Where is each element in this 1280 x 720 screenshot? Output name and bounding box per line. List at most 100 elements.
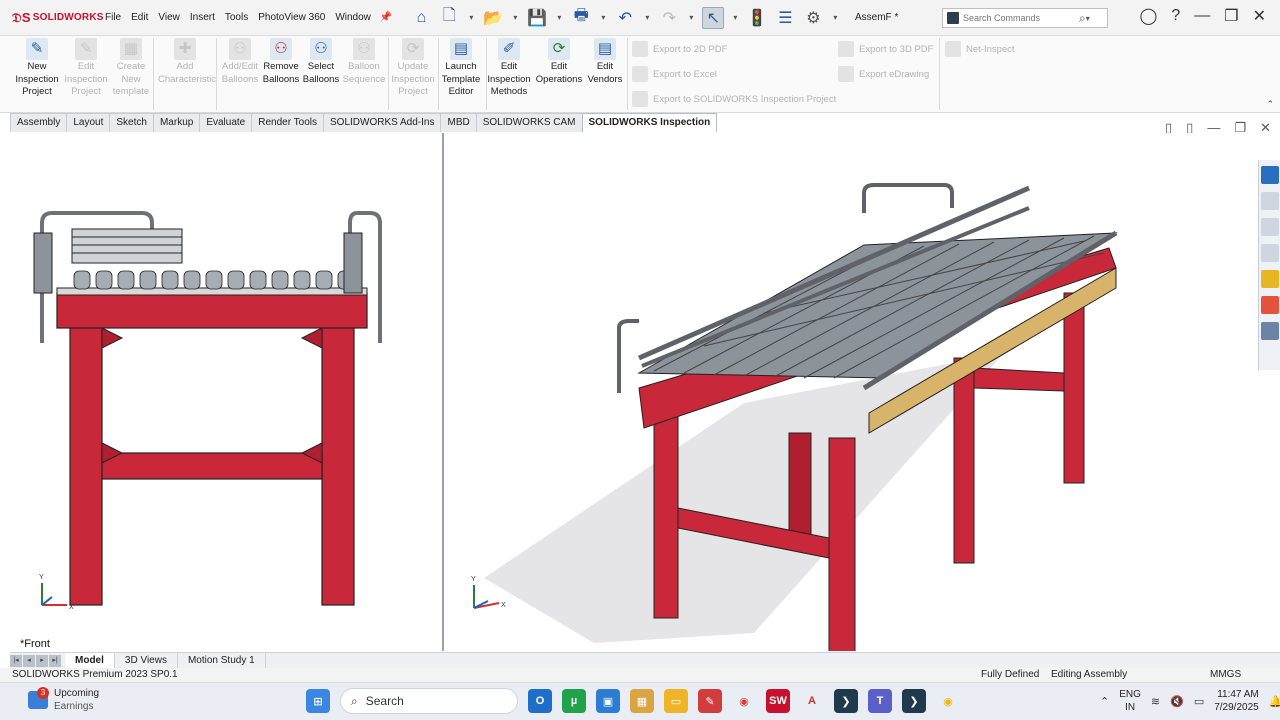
store-icon[interactable]: ▣ xyxy=(596,689,620,713)
tab-render-tools[interactable]: Render Tools xyxy=(251,113,324,132)
minimize-window-icon[interactable]: — xyxy=(1194,7,1210,25)
search-icon[interactable]: ⌕ xyxy=(1079,11,1086,26)
search-commands-input[interactable] xyxy=(963,13,1079,23)
restore-window-icon[interactable]: ❐ xyxy=(1224,6,1238,26)
user-account-icon[interactable]: ◯ xyxy=(1139,6,1157,26)
file-properties-icon[interactable]: ☰ xyxy=(774,7,796,29)
chrome-2-icon[interactable]: ◉ xyxy=(936,689,960,713)
net-inspect-button[interactable]: Net-Inspect xyxy=(945,41,1015,57)
home-tab-icon[interactable] xyxy=(1261,192,1279,210)
show-hidden-icons-icon[interactable]: ⌃ xyxy=(1100,695,1109,708)
taskbar-search[interactable]: ⌕ Search xyxy=(340,688,518,714)
help-icon[interactable]: ? xyxy=(1171,7,1180,25)
viewport-close-icon[interactable]: ✕ xyxy=(1260,120,1271,136)
menu-insert[interactable]: Insert xyxy=(185,12,220,23)
edit-operations-button[interactable]: ⟳ Edit Operations xyxy=(535,38,583,86)
balloon-sequence-button[interactable]: ⚇ Balloon Sequence xyxy=(340,38,388,86)
tab-layout[interactable]: Layout xyxy=(66,113,111,132)
tab-3d-views[interactable]: 3D Views xyxy=(115,652,178,669)
save-icon[interactable]: 💾 xyxy=(526,7,548,29)
tab-cam[interactable]: SOLIDWORKS CAM xyxy=(475,113,583,132)
export-3d-pdf-button[interactable]: Export to 3D PDF xyxy=(838,41,933,57)
update-inspection-project-button[interactable]: ⟳ Update Inspection Project xyxy=(389,38,437,99)
edit-inspection-project-button[interactable]: ✎ Edit Inspection Project xyxy=(62,38,110,99)
solidworks-resources-icon[interactable] xyxy=(1261,166,1279,184)
launch-template-editor-button[interactable]: ▤ Launch Template Editor xyxy=(437,38,485,99)
outlook-icon[interactable]: O xyxy=(528,689,552,713)
menu-edit[interactable]: Edit xyxy=(126,12,153,23)
add-characteristic-button[interactable]: ✚ Add Characteristic xyxy=(158,38,216,86)
start-windows-icon[interactable]: ⊞ xyxy=(306,689,330,713)
menu-view[interactable]: View xyxy=(153,12,185,23)
close-window-icon[interactable]: ✕ xyxy=(1253,6,1266,26)
last-tab-icon[interactable]: ▸| xyxy=(49,654,61,667)
export-excel-button[interactable]: Export to Excel xyxy=(632,66,717,82)
new-document-icon[interactable]: 🗋 xyxy=(438,7,460,29)
photos-icon[interactable]: ▦ xyxy=(630,689,654,713)
file-explorer-icon[interactable] xyxy=(1261,244,1279,262)
search-commands[interactable]: ⌕ ▾ xyxy=(942,8,1108,28)
front-viewport[interactable]: Y X xyxy=(12,133,442,651)
redo-icon[interactable]: ↷ xyxy=(658,7,680,29)
export-2d-pdf-button[interactable]: Export to 2D PDF xyxy=(632,41,727,57)
clock[interactable]: 11:47 AM 7/29/2025 xyxy=(1214,688,1259,714)
tab-model[interactable]: Model xyxy=(65,652,115,669)
home-icon[interactable]: ⌂ xyxy=(410,7,432,29)
news-widget[interactable]: 3 Upcoming Earnings xyxy=(28,687,99,713)
utorrent-icon[interactable]: µ xyxy=(562,689,586,713)
notifications-bell-icon[interactable]: 🔔 xyxy=(1269,695,1280,708)
options-gear-icon[interactable]: ⚙ xyxy=(802,7,824,29)
options-dropdown-icon[interactable]: ▾ xyxy=(830,7,840,29)
tab-evaluate[interactable]: Evaluate xyxy=(199,113,253,132)
terminal-2-icon[interactable]: ❯ xyxy=(902,689,926,713)
new-inspection-project-button[interactable]: ✎ New Inspection Project xyxy=(13,38,61,99)
next-tab-icon[interactable]: ▸ xyxy=(36,654,48,667)
export-sw-inspection-project-button[interactable]: Export to SOLIDWORKS Inspection Project xyxy=(632,91,836,107)
appearances-icon[interactable] xyxy=(1261,296,1279,314)
open-icon[interactable]: 📂 xyxy=(482,7,504,29)
edit-vendors-button[interactable]: ▤ Edit Vendors xyxy=(581,38,629,86)
solidworks-taskbar-icon[interactable]: SW xyxy=(766,689,790,713)
print-dropdown-icon[interactable]: ▾ xyxy=(598,7,608,29)
tab-add-ins[interactable]: SOLIDWORKS Add-Ins xyxy=(323,113,442,132)
view-palette-icon[interactable] xyxy=(1261,270,1279,288)
rebuild-traffic-light-icon[interactable]: 🚦 xyxy=(746,7,768,29)
menu-window[interactable]: Window xyxy=(330,12,376,23)
file-explorer-icon[interactable]: ▭ xyxy=(664,689,688,713)
pdf-reader-icon[interactable]: ✎ xyxy=(698,689,722,713)
export-edrawing-button[interactable]: Export eDrawing xyxy=(838,66,929,82)
select-cursor-icon[interactable]: ↖ xyxy=(702,6,725,29)
create-new-template-button[interactable]: ▦ Create New template xyxy=(107,38,155,99)
volume-muted-icon[interactable]: 🔇 xyxy=(1170,695,1184,708)
pin-icon[interactable]: 📌 xyxy=(380,12,392,23)
chrome-icon[interactable]: ◉ xyxy=(732,689,756,713)
tab-assembly[interactable]: Assembly xyxy=(10,113,68,132)
collapse-ribbon-icon[interactable]: ⌃ xyxy=(1266,99,1274,110)
print-icon[interactable]: 🖶 xyxy=(570,7,592,29)
menu-tools[interactable]: Tools xyxy=(220,12,253,23)
battery-icon[interactable]: ▭ xyxy=(1194,695,1204,708)
select-dropdown-icon[interactable]: ▾ xyxy=(730,7,740,29)
edit-inspection-methods-button[interactable]: ✐ Edit Inspection Methods xyxy=(485,38,533,99)
new-dropdown-icon[interactable]: ▾ xyxy=(466,7,476,29)
tab-markup[interactable]: Markup xyxy=(152,113,201,132)
first-tab-icon[interactable]: |◂ xyxy=(10,654,22,667)
open-dropdown-icon[interactable]: ▾ xyxy=(510,7,520,29)
search-dropdown-icon[interactable]: ▾ xyxy=(1086,14,1090,23)
save-dropdown-icon[interactable]: ▾ xyxy=(554,7,564,29)
language-indicator[interactable]: ENG IN xyxy=(1119,688,1141,714)
menu-file[interactable]: File xyxy=(100,12,126,23)
teams-icon[interactable]: T xyxy=(868,689,892,713)
design-library-icon[interactable] xyxy=(1261,218,1279,236)
redo-dropdown-icon[interactable]: ▾ xyxy=(686,7,696,29)
tab-sketch[interactable]: Sketch xyxy=(109,113,154,132)
menu-photoview[interactable]: PhotoView 360 xyxy=(253,12,330,23)
acrobat-icon[interactable]: A xyxy=(800,689,824,713)
select-balloons-button[interactable]: ⚇ Select Balloons xyxy=(297,38,345,86)
undo-icon[interactable]: ↶ xyxy=(614,7,636,29)
tab-motion-study[interactable]: Motion Study 1 xyxy=(178,652,266,669)
unit-system[interactable]: MMGS xyxy=(1210,668,1241,682)
custom-properties-icon[interactable] xyxy=(1261,322,1279,340)
tab-mbd[interactable]: MBD xyxy=(440,113,477,132)
tab-solidworks-inspection[interactable]: SOLIDWORKS Inspection xyxy=(581,113,718,132)
